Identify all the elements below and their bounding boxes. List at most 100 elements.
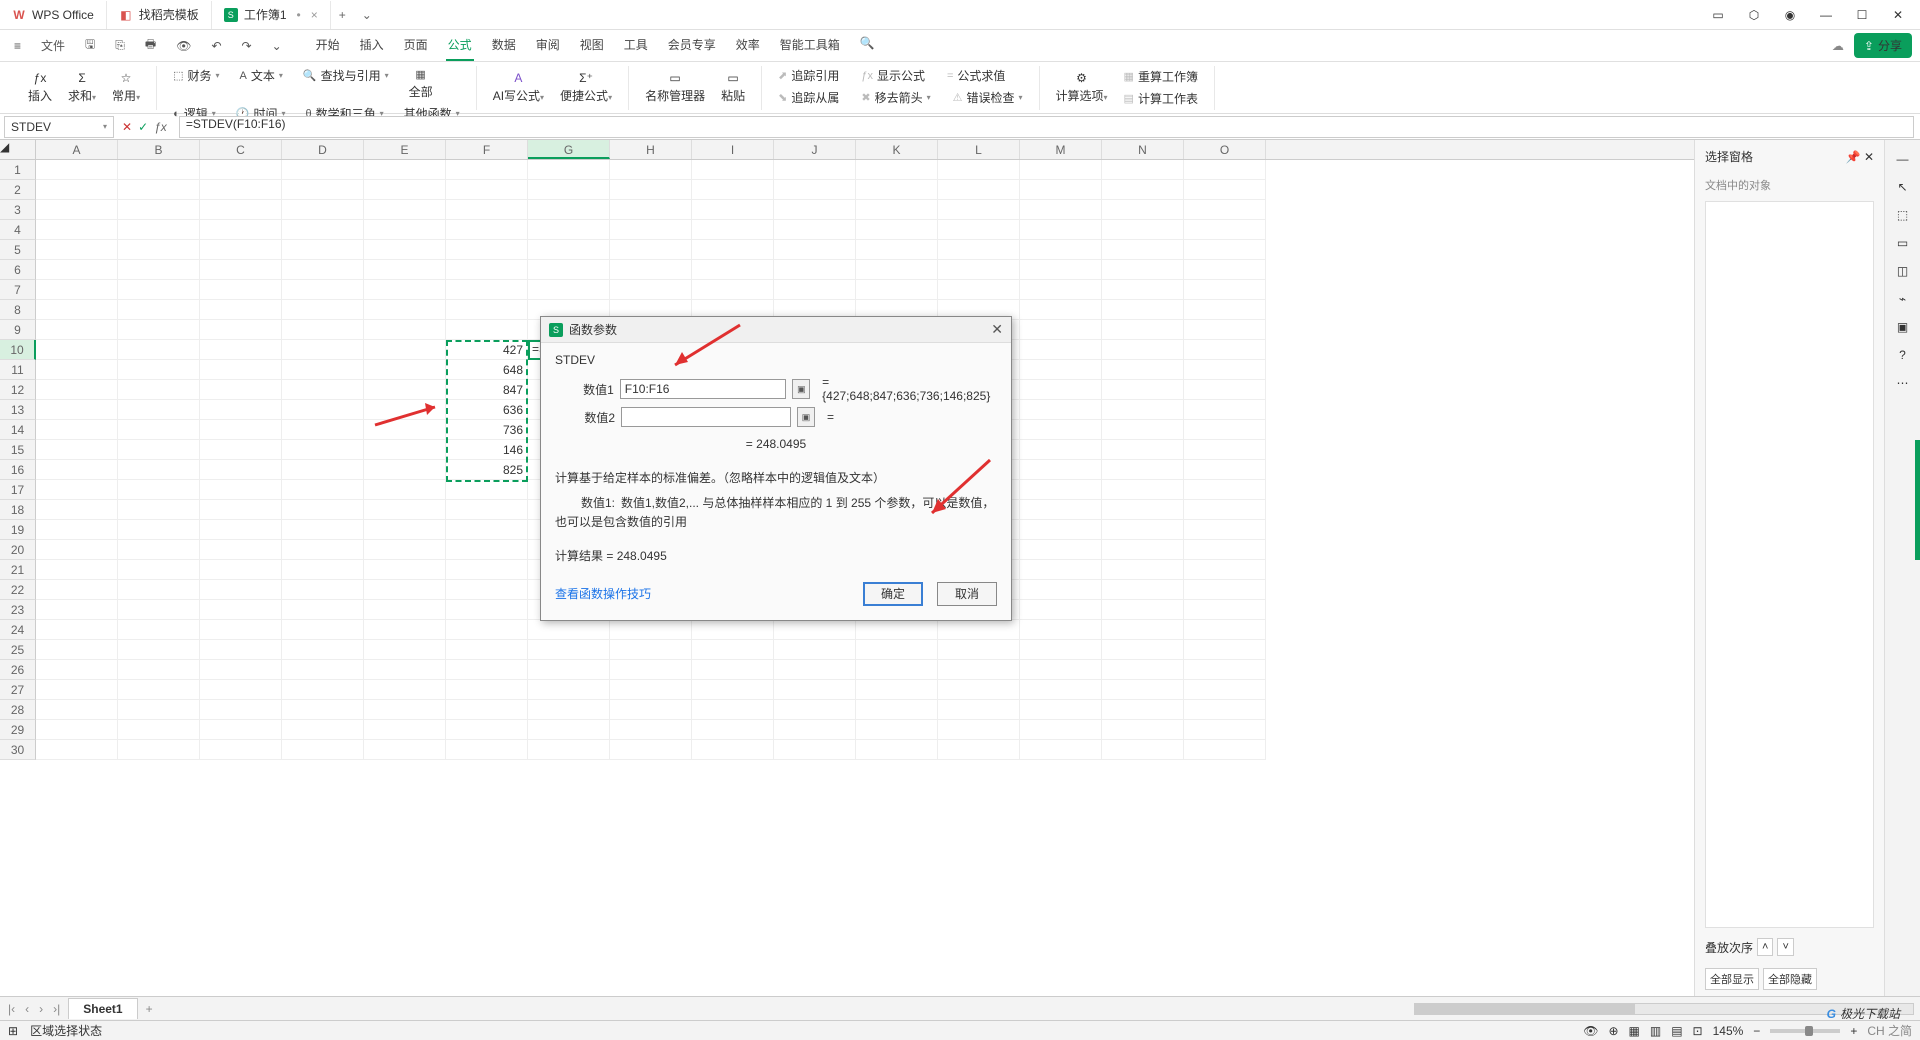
cell[interactable] [446,220,528,240]
hide-all-button[interactable]: 全部隐藏 [1763,968,1817,990]
cell[interactable] [200,340,282,360]
cell[interactable] [1184,320,1266,340]
cell[interactable] [364,320,446,340]
showfx-button[interactable]: ƒx 显示公式 [855,66,931,86]
more-icon[interactable]: ⋯ [1897,376,1909,390]
finance-button[interactable]: ⬚ 财务▾ [167,66,225,86]
zoom-out-icon[interactable]: − [1753,1024,1760,1038]
view2-icon[interactable]: ▤ [1671,1024,1682,1038]
recalc-wb-button[interactable]: ▦ 重算工作簿 [1118,67,1204,87]
cell[interactable] [364,300,446,320]
cell[interactable] [610,220,692,240]
cell[interactable] [1020,240,1102,260]
cell[interactable] [364,540,446,560]
help-icon[interactable]: ? [1899,348,1906,362]
ok-button[interactable]: 确定 [863,582,923,606]
cell[interactable] [282,540,364,560]
cell[interactable] [692,640,774,660]
hamburger-icon[interactable]: ≡ [8,35,27,57]
cell[interactable] [446,320,528,340]
tab-view[interactable]: 视图 [578,30,606,61]
cell[interactable] [118,320,200,340]
dep-button[interactable]: ⬊ 追踪从属 [772,88,845,108]
cell[interactable] [364,440,446,460]
cell[interactable] [1020,260,1102,280]
cell[interactable] [282,480,364,500]
cell[interactable] [282,280,364,300]
cell[interactable] [200,380,282,400]
cloud-icon[interactable]: ☁ [1832,39,1844,53]
cell[interactable] [1184,700,1266,720]
insert-fn-button[interactable]: ƒx插入 [22,69,58,106]
col-header[interactable]: A [36,140,118,159]
cell[interactable] [1184,300,1266,320]
cell[interactable] [364,660,446,680]
cell[interactable] [1020,540,1102,560]
col-header[interactable]: O [1184,140,1266,159]
help-link[interactable]: 查看函数操作技巧 [555,585,651,602]
cell[interactable] [774,260,856,280]
cell[interactable] [1102,240,1184,260]
cell[interactable] [1020,520,1102,540]
cell[interactable] [118,340,200,360]
cell[interactable] [200,500,282,520]
cell[interactable] [118,300,200,320]
cell[interactable] [200,420,282,440]
cell[interactable]: 636 [446,400,528,420]
cell[interactable] [36,480,118,500]
cell[interactable] [282,720,364,740]
cell[interactable] [528,240,610,260]
print-icon[interactable]: 🖶 [139,31,162,60]
cell[interactable] [1102,340,1184,360]
cell[interactable] [856,280,938,300]
cell[interactable] [282,520,364,540]
cell[interactable] [1184,620,1266,640]
cell[interactable] [1102,420,1184,440]
cell[interactable] [1020,500,1102,520]
cell[interactable] [1184,720,1266,740]
cell[interactable] [118,180,200,200]
cell[interactable] [364,420,446,440]
cell[interactable] [118,680,200,700]
cell[interactable] [692,280,774,300]
cell[interactable] [856,740,938,760]
cell[interactable] [36,700,118,720]
cell[interactable] [200,600,282,620]
style-icon[interactable]: ⬚ [1897,208,1908,222]
cell[interactable] [1184,460,1266,480]
cell[interactable] [446,200,528,220]
cell[interactable] [364,240,446,260]
cell[interactable] [1102,200,1184,220]
cell[interactable]: 648 [446,360,528,380]
fx-icon[interactable]: ƒx [154,120,171,134]
cell[interactable] [282,500,364,520]
cell[interactable] [1184,380,1266,400]
cell[interactable] [118,200,200,220]
cell[interactable] [36,640,118,660]
cancel-button[interactable]: 取消 [937,582,997,606]
cell[interactable] [1102,680,1184,700]
row-header[interactable]: 26 [0,660,36,680]
last-sheet-icon[interactable]: ›| [51,1002,62,1016]
cell[interactable] [938,240,1020,260]
cell[interactable] [446,300,528,320]
trace-button[interactable]: ⬈ 追踪引用 [772,66,845,86]
cell[interactable] [1102,700,1184,720]
cell[interactable] [1184,260,1266,280]
cell[interactable] [282,400,364,420]
cell[interactable] [1020,640,1102,660]
cell[interactable] [1102,160,1184,180]
cell[interactable] [282,440,364,460]
cell[interactable] [364,720,446,740]
cell[interactable] [774,700,856,720]
cell[interactable] [856,240,938,260]
cell[interactable] [36,680,118,700]
cell[interactable] [938,700,1020,720]
col-header[interactable]: N [1102,140,1184,159]
row-header[interactable]: 30 [0,740,36,760]
tab-review[interactable]: 审阅 [534,30,562,61]
cell[interactable] [1102,540,1184,560]
row-header[interactable]: 2 [0,180,36,200]
row-header[interactable]: 17 [0,480,36,500]
cell[interactable] [446,240,528,260]
